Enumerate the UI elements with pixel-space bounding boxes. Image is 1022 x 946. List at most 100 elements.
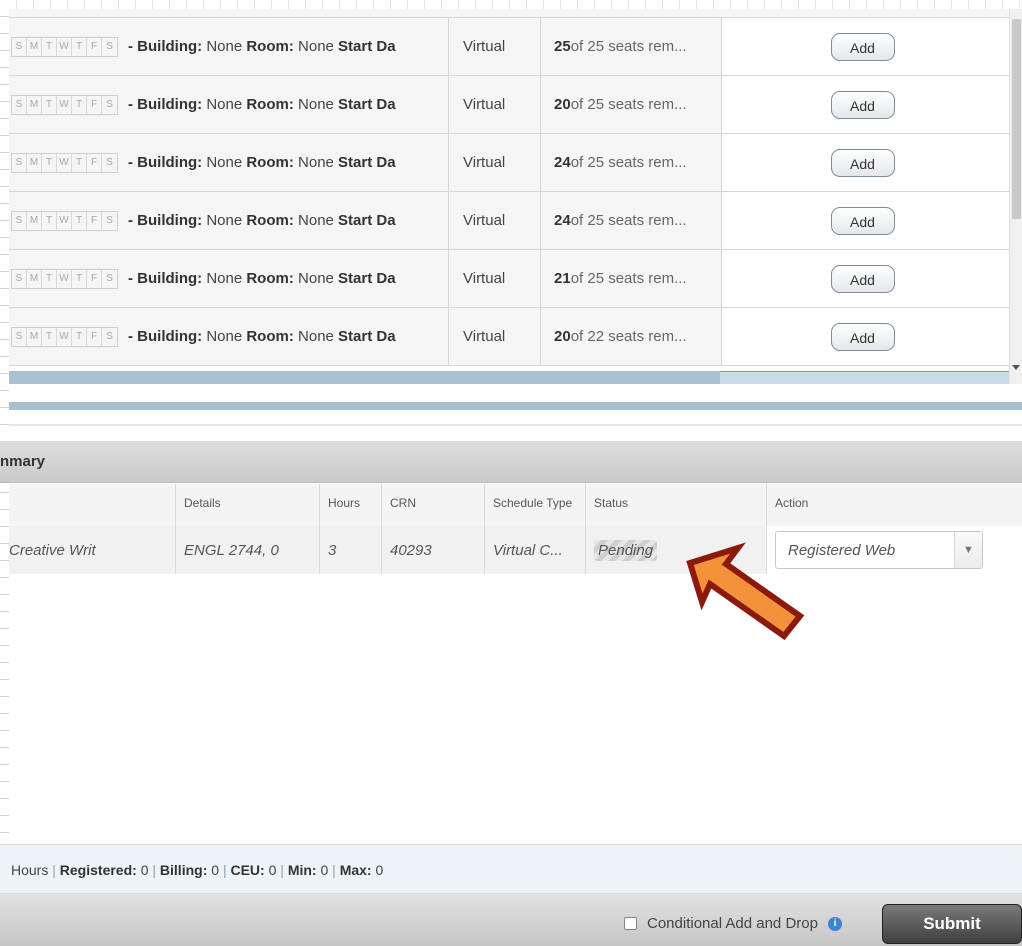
weekday-cell: S: [106, 40, 113, 52]
weekday-cell: W: [57, 37, 72, 56]
weekday-cell: F: [87, 153, 102, 172]
weekday-cell: T: [42, 327, 57, 346]
table-row: SMTWTFS - Building: None Room: None Start…: [9, 308, 1009, 366]
page-top-ruler: [0, 0, 1022, 9]
add-button[interactable]: Add: [830, 90, 895, 119]
course-title: Creative Writ: [9, 526, 176, 574]
scrollbar-thumb[interactable]: [1012, 19, 1021, 219]
table-row: SMTWTFS- Building: None Room: None Start…: [9, 18, 1009, 76]
action-cell: Add: [722, 308, 1009, 365]
meeting-info-cell: SMTWTFS- Building: None Room: None Start…: [9, 134, 449, 191]
weekday-cell: T: [72, 269, 87, 288]
table-row: SMTWTFS- Building: None Room: None Start…: [9, 76, 1009, 134]
col-action[interactable]: Action: [767, 484, 1022, 526]
weekday-cell: T: [72, 37, 87, 56]
weekday-cell: T: [42, 269, 57, 288]
weekday-cell: S: [106, 156, 113, 168]
action-cell: Add: [722, 192, 1009, 249]
results-scrollbar[interactable]: [1009, 9, 1022, 384]
weekday-cell: T: [72, 211, 87, 230]
table-row: SMTWTFS- Building: None Room: None Start…: [9, 192, 1009, 250]
hours-summary-bar: Hours | Registered: 0 | Billing: 0 | CEU…: [0, 844, 1022, 894]
meeting-info-cell: SMTWTFS- Building: None Room: None Start…: [9, 192, 449, 249]
add-button[interactable]: Add: [830, 322, 895, 351]
weekday-cell: S: [106, 214, 113, 226]
course-schedule-type: Virtual C...: [485, 526, 586, 574]
conditional-add-drop-label[interactable]: Conditional Add and Drop: [647, 915, 818, 932]
action-bar: Conditional Add and Drop i Submit: [0, 894, 1022, 946]
weekday-cell: S: [12, 211, 27, 230]
meeting-info-cell: SMTWTFS- Building: None Room: None Start…: [9, 18, 449, 75]
seats-remaining: 24 of 25 seats rem...: [541, 134, 722, 191]
weekday-cell: W: [57, 211, 72, 230]
max-value: 0: [375, 862, 384, 878]
weekday-cell: T: [72, 95, 87, 114]
weekday-cell: W: [57, 153, 72, 172]
col-details[interactable]: Details: [176, 484, 320, 526]
seats-remaining: 20 of 25 seats rem...: [541, 76, 722, 133]
weekday-cell: F: [87, 211, 102, 230]
instruction-mode: Virtual: [449, 192, 541, 249]
seats-remaining: 21 of 25 seats rem...: [541, 250, 722, 307]
meeting-location-text: - Building: None Room: None Start Da: [128, 154, 396, 171]
col-title[interactable]: [9, 484, 176, 526]
divider: [9, 424, 1022, 426]
chevron-down-icon[interactable]: ▼: [954, 532, 982, 568]
summary-panel-header: nmary: [0, 441, 1022, 483]
weekday-grid: SMTWTFS: [11, 210, 118, 231]
meeting-location-text: - Building: None Room: None Start Da: [128, 270, 396, 287]
course-details: ENGL 2744, 0: [176, 526, 320, 574]
col-schedule-type[interactable]: Schedule Type: [485, 484, 586, 526]
add-button[interactable]: Add: [830, 206, 895, 235]
add-button[interactable]: Add: [830, 264, 895, 293]
conditional-add-drop-checkbox[interactable]: [624, 917, 637, 930]
weekday-grid: SMTWTFS: [11, 268, 118, 289]
meeting-info-cell: SMTWTFS- Building: None Room: None Start…: [9, 76, 449, 133]
ceu-label: CEU:: [230, 862, 265, 878]
weekday-cell: T: [72, 153, 87, 172]
col-crn[interactable]: CRN: [382, 484, 485, 526]
add-button[interactable]: Add: [830, 148, 895, 177]
seats-remaining: 24 of 25 seats rem...: [541, 192, 722, 249]
weekday-cell: F: [87, 269, 102, 288]
min-label: Min:: [287, 862, 317, 878]
ceu-value: 0: [268, 862, 277, 878]
weekday-cell: M: [27, 327, 42, 346]
meeting-location-text: - Building: None Room: None Start Da: [128, 38, 396, 55]
weekday-cell: F: [87, 37, 102, 56]
instruction-mode: Virtual: [449, 76, 541, 133]
weekday-grid: SMTWTFS: [11, 36, 118, 57]
action-cell: Add: [722, 18, 1009, 75]
weekday-cell: M: [27, 95, 42, 114]
weekday-cell: W: [57, 95, 72, 114]
weekday-grid: SMTWTFS: [11, 152, 118, 173]
annotation-arrow-icon: [660, 528, 810, 658]
panel-splitter[interactable]: [9, 402, 1022, 410]
weekday-grid: SMTWTFS: [11, 326, 118, 347]
weekday-cell: M: [27, 153, 42, 172]
action-cell: Add: [722, 134, 1009, 191]
meeting-info-cell: SMTWTFS - Building: None Room: None Start…: [9, 308, 449, 365]
weekday-cell: S: [106, 98, 113, 110]
weekday-cell: M: [27, 211, 42, 230]
weekday-cell: M: [27, 37, 42, 56]
weekday-cell: S: [12, 269, 27, 288]
table-row: Creative Writ ENGL 2744, 0 3 40293 Virtu…: [9, 526, 1022, 574]
billing-value: 0: [211, 862, 220, 878]
col-hours[interactable]: Hours: [320, 484, 382, 526]
weekday-cell: M: [27, 269, 42, 288]
seats-remaining: 20 of 22 seats rem...: [541, 308, 722, 365]
weekday-cell: S: [12, 153, 27, 172]
summary-table: Details Hours CRN Schedule Type Status A…: [9, 484, 1022, 574]
scroll-down-icon[interactable]: [1012, 365, 1020, 370]
add-button[interactable]: Add: [830, 32, 895, 61]
summary-table-header: Details Hours CRN Schedule Type Status A…: [9, 484, 1022, 526]
weekday-cell: S: [12, 95, 27, 114]
col-status[interactable]: Status: [586, 484, 767, 526]
conditional-add-drop: Conditional Add and Drop i: [624, 915, 842, 932]
submit-button[interactable]: Submit: [882, 904, 1022, 944]
registered-label: Registered:: [59, 862, 137, 878]
info-icon[interactable]: i: [827, 916, 842, 931]
status-badge: Pending: [594, 539, 658, 561]
meeting-location-text: - Building: None Room: None Start Da: [128, 328, 396, 345]
